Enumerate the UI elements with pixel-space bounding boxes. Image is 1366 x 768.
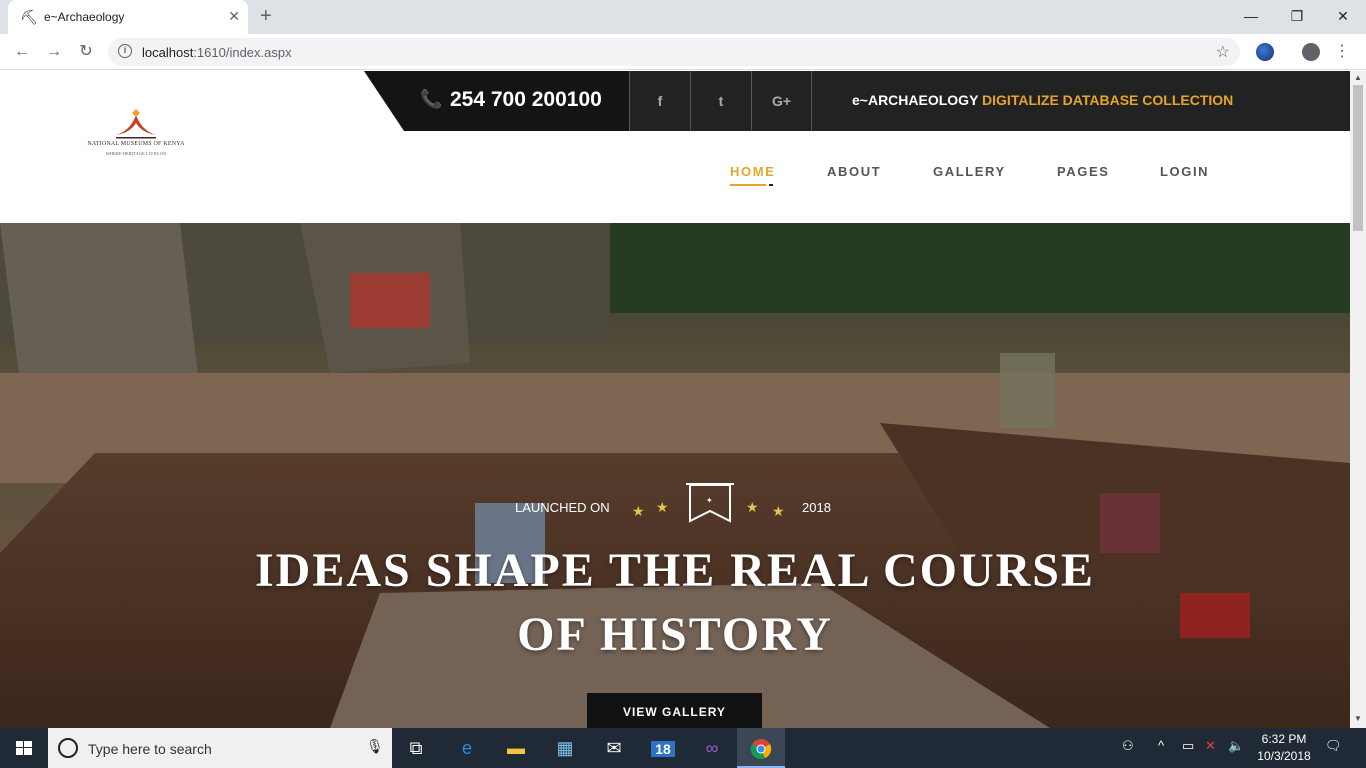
- close-tab-icon[interactable]: ✕: [228, 8, 240, 25]
- edge-icon[interactable]: e: [443, 728, 491, 768]
- logo-name: NATIONAL MUSEUMS OF KENYA: [87, 141, 185, 147]
- volume-muted-icon[interactable]: 🔈: [1228, 738, 1244, 754]
- extension-icon[interactable]: [1256, 43, 1274, 61]
- svg-text:★: ★: [632, 504, 645, 520]
- hero-headline-line2: OF HISTORY: [517, 608, 833, 661]
- clock-time[interactable]: 6:32 PM: [1254, 732, 1314, 746]
- clock-date[interactable]: 10/3/2018: [1254, 749, 1314, 763]
- launch-year: 2018: [802, 500, 831, 515]
- taskbar-search-box[interactable]: Type here to search 🎙: [48, 728, 392, 768]
- hero-headline-line1: IDEAS SHAPE THE REAL COURSE: [255, 544, 1095, 597]
- scroll-down-icon[interactable]: ▼: [1354, 714, 1362, 723]
- launch-ribbon-icon: ★ ★ ✦ ★ ★: [632, 483, 785, 523]
- site-favicon-icon: ⛏: [20, 9, 38, 25]
- show-hidden-icons-icon[interactable]: ^: [1158, 738, 1164, 753]
- hero-banner: LAUNCHED ON ★ ★ ✦ ★ ★ 2018 IDEAS SHAPE T…: [0, 223, 1350, 728]
- store-icon[interactable]: ▦: [541, 728, 589, 768]
- battery-icon[interactable]: ▭: [1182, 738, 1194, 754]
- windows-taskbar: Type here to search 🎙 ⧉ e ▬ ▦ ✉ 18 ∞ ⚇ ^…: [0, 728, 1366, 768]
- logo-emblem-icon: [116, 109, 156, 139]
- active-nav-underline: [730, 184, 766, 186]
- new-tab-button[interactable]: +: [260, 6, 272, 26]
- browser-tab-strip: ⛏ e~Archaeology ✕ + — ❐ ✕: [0, 0, 1366, 34]
- task-view-icon[interactable]: ⧉: [392, 728, 440, 768]
- browser-tab[interactable]: ⛏ e~Archaeology ✕: [8, 0, 248, 34]
- bookmark-star-icon[interactable]: ☆: [1216, 42, 1230, 62]
- logo-motto: WHERE HERITAGE LIVES ON: [105, 151, 167, 156]
- chrome-icon[interactable]: [737, 728, 785, 768]
- nav-about[interactable]: ABOUT: [827, 164, 881, 179]
- view-gallery-button[interactable]: VIEW GALLERY: [587, 693, 762, 728]
- url-text: localhost:1610/index.aspx: [142, 45, 292, 60]
- web-page: NATIONAL MUSEUMS OF KENYA WHERE HERITAGE…: [0, 71, 1350, 728]
- site-tagline: e~ARCHAEOLOGY DIGITALIZE DATABASE COLLEC…: [852, 92, 1234, 108]
- restore-icon[interactable]: ❐: [1274, 4, 1320, 28]
- nav-pages[interactable]: PAGES: [1057, 164, 1110, 179]
- svg-text:✦: ✦: [706, 496, 713, 505]
- back-icon[interactable]: ←: [12, 42, 32, 62]
- profile-avatar-icon[interactable]: [1302, 43, 1320, 61]
- svg-text:★: ★: [772, 504, 785, 520]
- tab-title: e~Archaeology: [44, 10, 125, 24]
- address-bar[interactable]: i localhost:1610/index.aspx ☆: [108, 38, 1240, 66]
- facebook-icon[interactable]: f: [629, 71, 690, 131]
- scroll-up-icon[interactable]: ▲: [1354, 73, 1362, 82]
- site-logo[interactable]: NATIONAL MUSEUMS OF KENYA WHERE HERITAGE…: [86, 109, 186, 165]
- microphone-icon[interactable]: 🎙: [366, 738, 384, 755]
- cortana-icon: [58, 738, 78, 758]
- top-contact-bar: 📞 254 700 200100 f t G+ e~ARCHAEOLOGY DI…: [364, 71, 1350, 131]
- close-window-icon[interactable]: ✕: [1320, 4, 1366, 28]
- mail-icon[interactable]: ✉: [590, 728, 638, 768]
- nav-gallery[interactable]: GALLERY: [933, 164, 1006, 179]
- svg-text:★: ★: [656, 500, 669, 516]
- reload-icon[interactable]: ↻: [76, 42, 96, 62]
- search-placeholder: Type here to search: [88, 741, 212, 757]
- svg-text:★: ★: [746, 500, 759, 516]
- people-icon[interactable]: ⚇: [1122, 738, 1134, 754]
- start-button[interactable]: [0, 728, 48, 768]
- forward-icon[interactable]: →: [44, 42, 64, 62]
- browser-toolbar: ← → ↻ i localhost:1610/index.aspx ☆ ⋮: [0, 34, 1366, 70]
- network-disconnected-icon[interactable]: ✕: [1205, 738, 1216, 754]
- menu-kebab-icon[interactable]: ⋮: [1332, 42, 1352, 62]
- nav-home[interactable]: HOME: [730, 164, 775, 179]
- phone-number[interactable]: 254 700 200100: [450, 88, 602, 112]
- phone-icon: 📞: [420, 89, 443, 109]
- page-scrollbar[interactable]: ▲ ▼: [1350, 71, 1366, 728]
- calendar-icon[interactable]: 18: [639, 728, 687, 768]
- nav-dot: [769, 184, 773, 186]
- nav-login[interactable]: LOGIN: [1160, 164, 1209, 179]
- twitter-icon[interactable]: t: [690, 71, 751, 131]
- windows-logo-icon: [16, 741, 32, 755]
- site-info-icon[interactable]: i: [118, 44, 132, 58]
- scroll-thumb[interactable]: [1353, 85, 1363, 231]
- launched-label: LAUNCHED ON: [515, 500, 610, 515]
- chrome-logo-icon: [750, 739, 772, 760]
- google-plus-icon[interactable]: G+: [751, 71, 812, 131]
- minimize-icon[interactable]: —: [1228, 4, 1274, 28]
- file-explorer-icon[interactable]: ▬: [492, 728, 540, 768]
- visual-studio-icon[interactable]: ∞: [688, 728, 736, 768]
- action-center-icon[interactable]: 🗨: [1325, 738, 1342, 754]
